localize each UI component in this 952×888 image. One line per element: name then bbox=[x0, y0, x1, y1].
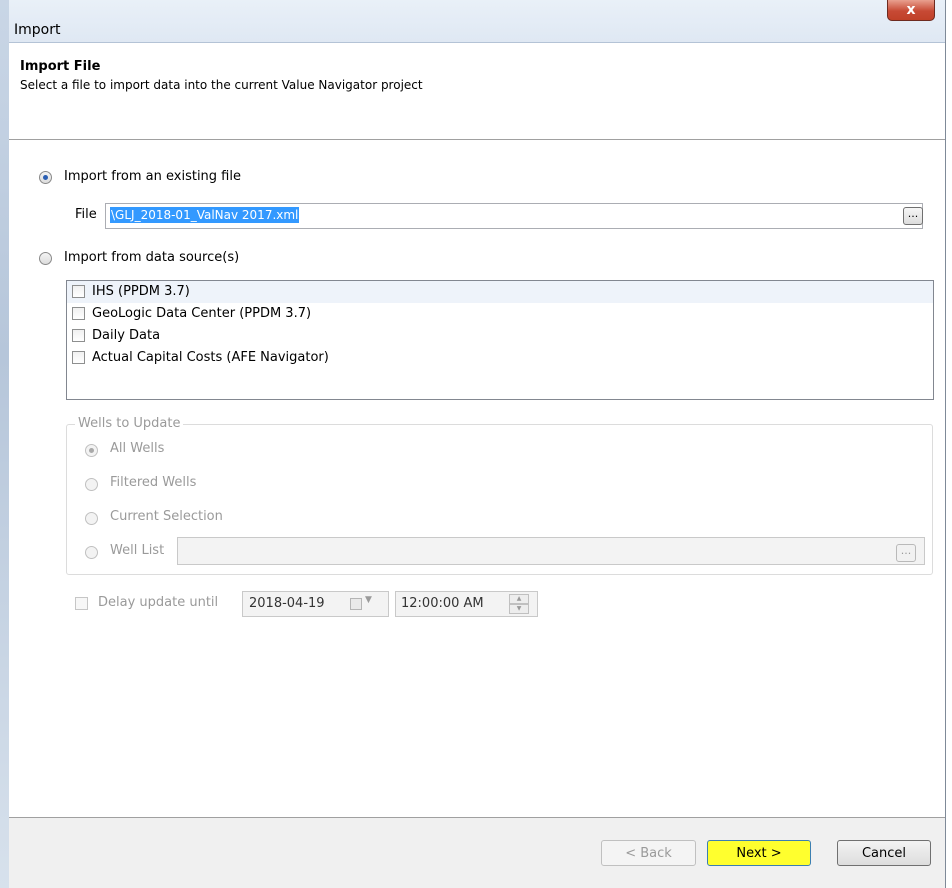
well-list-browse-button[interactable]: ... bbox=[896, 544, 916, 562]
import-dialog: Import x Import File Select a file to im… bbox=[9, 0, 946, 888]
well-list-label: Well List bbox=[110, 543, 165, 558]
wells-to-update-title: Wells to Update bbox=[75, 416, 184, 431]
filtered-wells-label: Filtered Wells bbox=[110, 475, 197, 490]
window-title: Import bbox=[14, 22, 61, 38]
close-icon: x bbox=[906, 2, 916, 18]
delay-time-value: 12:00:00 AM bbox=[401, 596, 484, 611]
source-checkbox-daily-data[interactable] bbox=[72, 329, 85, 342]
source-label: Actual Capital Costs (AFE Navigator) bbox=[92, 350, 329, 365]
delay-time-input[interactable]: 12:00:00 AM ▲ ▼ bbox=[395, 591, 538, 617]
page-title: Import File bbox=[20, 59, 101, 74]
cancel-button[interactable]: Cancel bbox=[837, 840, 931, 866]
all-wells-label: All Wells bbox=[110, 441, 165, 456]
file-path-input[interactable]: \GLJ_2018-01_ValNav 2017.xml bbox=[105, 203, 923, 229]
chevron-down-icon[interactable]: ▼ bbox=[365, 595, 372, 605]
calendar-icon[interactable] bbox=[350, 598, 362, 610]
file-label: File bbox=[75, 207, 97, 222]
back-button[interactable]: < Back bbox=[601, 840, 696, 866]
all-wells-radio[interactable] bbox=[85, 444, 98, 457]
delay-update-label: Delay update until bbox=[98, 595, 219, 610]
current-selection-label: Current Selection bbox=[110, 509, 223, 524]
data-source-list[interactable]: IHS (PPDM 3.7) GeoLogic Data Center (PPD… bbox=[66, 280, 934, 400]
well-list-input[interactable] bbox=[177, 537, 925, 565]
source-checkbox-geologic[interactable] bbox=[72, 307, 85, 320]
source-checkbox-capital-costs[interactable] bbox=[72, 351, 85, 364]
list-item[interactable]: GeoLogic Data Center (PPDM 3.7) bbox=[67, 303, 933, 325]
delay-update-checkbox[interactable] bbox=[75, 597, 88, 610]
wizard-body: Import from an existing file File \GLJ_2… bbox=[9, 140, 945, 817]
close-button[interactable]: x bbox=[887, 0, 935, 21]
wizard-header: Import File Select a file to import data… bbox=[9, 43, 945, 140]
source-label: GeoLogic Data Center (PPDM 3.7) bbox=[92, 306, 312, 321]
browse-file-button[interactable]: ... bbox=[903, 207, 923, 225]
page-subtitle: Select a file to import data into the cu… bbox=[20, 78, 423, 92]
import-data-source-label: Import from data source(s) bbox=[64, 250, 240, 265]
delay-date-picker[interactable]: 2018-04-19 ▼ bbox=[242, 591, 389, 617]
background-window-edge bbox=[0, 0, 9, 888]
source-label: IHS (PPDM 3.7) bbox=[92, 284, 190, 299]
current-selection-radio[interactable] bbox=[85, 512, 98, 525]
import-data-source-radio[interactable] bbox=[39, 252, 52, 265]
spin-up-icon[interactable]: ▲ bbox=[509, 594, 529, 604]
wizard-footer: < Back Next > Cancel bbox=[9, 818, 945, 888]
filtered-wells-radio[interactable] bbox=[85, 478, 98, 491]
source-label: Daily Data bbox=[92, 328, 161, 343]
file-path-value: \GLJ_2018-01_ValNav 2017.xml bbox=[110, 207, 300, 223]
delay-date-value: 2018-04-19 bbox=[249, 596, 325, 611]
wells-to-update-group: Wells to Update All Wells Filtered Wells… bbox=[66, 416, 933, 575]
title-bar: Import x bbox=[9, 0, 945, 43]
spin-down-icon[interactable]: ▼ bbox=[509, 604, 529, 614]
well-list-radio[interactable] bbox=[85, 546, 98, 559]
import-existing-file-label: Import from an existing file bbox=[64, 169, 241, 184]
list-item[interactable]: Actual Capital Costs (AFE Navigator) bbox=[67, 347, 933, 369]
next-button[interactable]: Next > bbox=[707, 840, 811, 866]
list-item[interactable]: IHS (PPDM 3.7) bbox=[67, 281, 933, 303]
list-item[interactable]: Daily Data bbox=[67, 325, 933, 347]
import-existing-file-radio[interactable] bbox=[39, 171, 52, 184]
source-checkbox-ihs[interactable] bbox=[72, 285, 85, 298]
